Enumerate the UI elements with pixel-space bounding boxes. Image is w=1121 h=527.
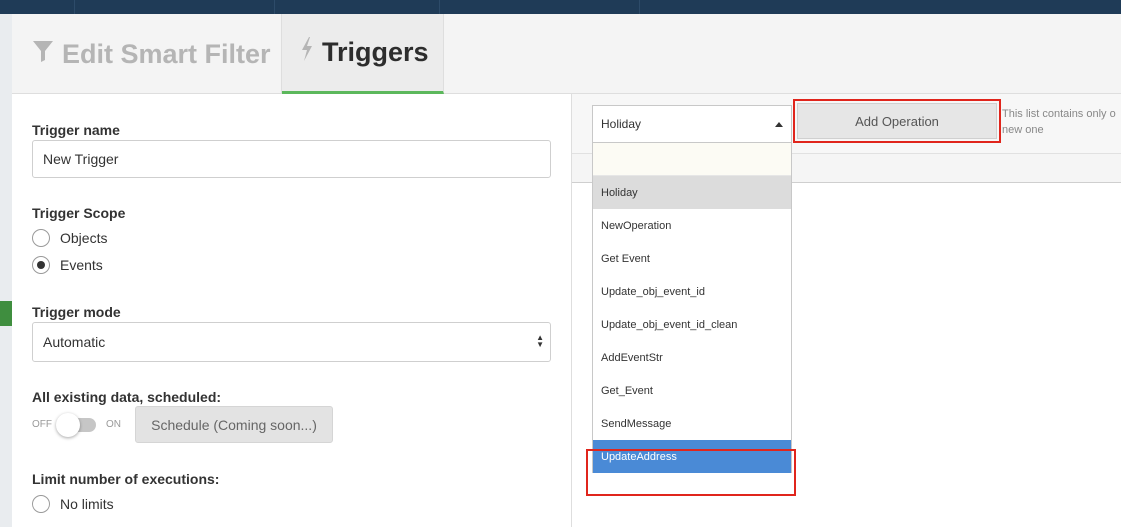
trigger-mode-value: Automatic bbox=[43, 334, 106, 350]
existing-data-toggle[interactable] bbox=[56, 412, 96, 437]
tab-triggers-label: Triggers bbox=[322, 37, 429, 67]
caret-up-icon bbox=[775, 122, 783, 127]
toggle-knob bbox=[56, 412, 80, 437]
hint-line-2: new one bbox=[1002, 124, 1044, 136]
scope-objects-option[interactable]: Objects bbox=[32, 229, 107, 247]
no-limits-option[interactable]: No limits bbox=[32, 495, 114, 513]
filter-icon bbox=[32, 39, 54, 70]
operation-select-value: Holiday bbox=[601, 117, 642, 131]
add-operation-highlight: Add Operation bbox=[793, 99, 1001, 143]
scope-objects-label: Objects bbox=[60, 230, 108, 246]
select-caret-icon: ▲ ▼ bbox=[536, 333, 544, 349]
toggle-off-label: OFF bbox=[32, 419, 52, 430]
tab-edit-label: Edit Smart Filter bbox=[62, 38, 271, 69]
trigger-name-input[interactable]: New Trigger bbox=[32, 140, 551, 178]
no-limits-radio[interactable] bbox=[32, 495, 50, 513]
hint-line-1: This list contains only o bbox=[1002, 108, 1116, 120]
existing-data-label: All existing data, scheduled: bbox=[32, 389, 222, 405]
dropdown-option[interactable]: AddEventStr bbox=[593, 341, 791, 374]
dropdown-search-input[interactable] bbox=[593, 143, 791, 176]
trigger-name-value: New Trigger bbox=[43, 151, 119, 167]
operations-panel: Holiday Add Operation This list contains… bbox=[572, 94, 1121, 527]
trigger-name-label: Trigger name bbox=[32, 122, 120, 138]
trigger-form: Trigger name New Trigger Trigger Scope O… bbox=[12, 94, 572, 527]
background-green-element bbox=[0, 301, 12, 326]
update-address-highlight bbox=[586, 449, 796, 496]
scope-events-option[interactable]: Events bbox=[32, 256, 103, 274]
dropdown-option[interactable]: Get Event bbox=[593, 242, 791, 275]
scope-events-radio[interactable] bbox=[32, 256, 50, 274]
operation-dropdown-list: Holiday NewOperation Get Event Update_ob… bbox=[592, 143, 792, 473]
scope-objects-radio[interactable] bbox=[32, 229, 50, 247]
dropdown-option[interactable]: Update_obj_event_id bbox=[593, 275, 791, 308]
dropdown-option[interactable]: NewOperation bbox=[593, 209, 791, 242]
scope-events-label: Events bbox=[60, 257, 103, 273]
dropdown-option[interactable]: Holiday bbox=[593, 176, 791, 209]
dropdown-option[interactable]: Update_obj_event_id_clean bbox=[593, 308, 791, 341]
smart-filter-modal: Edit Smart Filter Triggers Trigger name … bbox=[12, 14, 1121, 527]
operations-hint: This list contains only o new one bbox=[1002, 106, 1121, 138]
dropdown-option[interactable]: SendMessage bbox=[593, 407, 791, 440]
background-sidebar bbox=[0, 14, 12, 527]
tab-bar: Edit Smart Filter Triggers bbox=[12, 14, 1121, 94]
background-top-bar bbox=[0, 0, 1121, 14]
lightning-icon bbox=[300, 36, 314, 69]
trigger-scope-label: Trigger Scope bbox=[32, 205, 126, 221]
tab-triggers[interactable]: Triggers bbox=[282, 14, 444, 94]
trigger-mode-label: Trigger mode bbox=[32, 304, 121, 320]
limit-executions-label: Limit number of executions: bbox=[32, 471, 220, 487]
add-operation-button[interactable]: Add Operation bbox=[797, 103, 997, 139]
dropdown-option[interactable]: Get_Event bbox=[593, 374, 791, 407]
schedule-row: OFF ON Schedule (Coming soon...) bbox=[32, 406, 333, 443]
tab-edit-smart-filter[interactable]: Edit Smart Filter bbox=[12, 14, 282, 94]
trigger-mode-select[interactable]: Automatic ▲ ▼ bbox=[32, 322, 551, 362]
toggle-on-label: ON bbox=[106, 419, 121, 430]
operation-select[interactable]: Holiday bbox=[592, 105, 792, 143]
no-limits-label: No limits bbox=[60, 496, 114, 512]
schedule-button[interactable]: Schedule (Coming soon...) bbox=[135, 406, 333, 443]
